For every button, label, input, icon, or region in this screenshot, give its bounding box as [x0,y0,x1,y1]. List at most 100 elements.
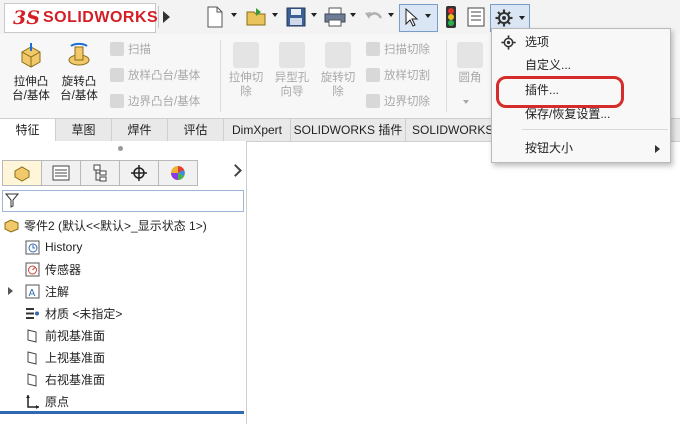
hole-wizard-button[interactable]: 异型孔向导 [270,42,314,99]
hole-wizard-icon [279,42,305,68]
boundary-cut-icon [366,94,380,108]
tree-item-right-plane[interactable]: 右视基准面 [25,369,105,389]
sensors-label: 传感器 [45,262,82,277]
tree-item-front-plane[interactable]: 前视基准面 [25,325,105,345]
panel-tabs [0,160,246,186]
new-document-icon[interactable] [206,6,224,28]
tree-item-sensors[interactable]: 传感器 [25,259,81,279]
select-dropdown-icon [425,14,431,18]
boundary-boss-label: 边界凸台/基体 [128,96,201,108]
extrude-boss-label: 拉伸凸台/基体 [12,76,50,102]
plane-icon [25,328,40,343]
tab-weldments[interactable]: 焊件 [112,119,168,141]
loft-boss-icon [110,68,124,82]
revolve-cut-button[interactable]: 旋转切除 [316,42,360,99]
crosshair-icon [131,165,147,181]
tree-rollback-bar[interactable] [0,411,244,414]
fillet-dropdown-icon[interactable] [463,100,469,104]
tab-property-manager[interactable] [41,160,81,186]
right-plane-label: 右视基准面 [45,372,106,387]
configuration-icon [93,164,107,182]
tab-feature-manager[interactable] [2,160,42,186]
fillet-label: 圆角 [458,72,482,84]
open-dropdown-icon[interactable] [272,13,278,17]
tree-item-history[interactable]: History [25,237,82,257]
file-properties-icon[interactable] [467,6,485,28]
part-label: 零件2 (默认<<默认>_显示状态 1>) [24,218,207,233]
loft-boss-button[interactable]: 放样凸台/基体 [110,66,200,84]
tree-item-origin[interactable]: 原点 [25,391,69,411]
ribbon-separator [446,40,447,112]
extrude-boss-button[interactable]: 拉伸凸台/基体 [9,42,53,103]
fillet-button[interactable]: 圆角 [448,42,492,85]
fillet-icon [457,42,483,68]
boundary-cut-button[interactable]: 边界切除 [366,92,430,110]
tab-sketch[interactable]: 草图 [56,119,112,141]
tab-solidworks-m[interactable]: SOLIDWORKS M [406,119,499,141]
boundary-cut-label: 边界切除 [384,96,430,108]
revolve-boss-button[interactable]: 旋转凸台/基体 [57,42,101,103]
tree-item-annotations[interactable]: A 注解 [25,281,69,301]
lofted-cut-label: 放样切割 [384,70,430,82]
open-folder-icon[interactable] [246,6,268,28]
tab-dimxpert-manager[interactable] [119,160,159,186]
sensor-icon [25,262,40,277]
ribbon-separator [220,40,221,112]
save-icon[interactable] [286,6,306,28]
extrude-boss-icon [21,43,41,68]
sweep-icon [110,42,124,56]
select-tool-button[interactable] [399,4,438,32]
addins-highlight-ring [496,76,624,108]
color-wheel-icon [171,166,185,180]
tree-filter-box[interactable] [2,190,244,212]
extrude-cut-button[interactable]: 拉伸切除 [224,42,268,99]
top-plane-label: 上视基准面 [45,350,106,365]
print-dropdown-icon[interactable] [350,13,356,17]
gear-icon [501,35,516,50]
menu-button-size-label: 按钮大小 [525,141,574,155]
tab-dimxpert[interactable]: DimXpert [224,119,291,141]
menu-item-options[interactable]: 选项 [492,31,670,53]
undo-icon[interactable] [364,6,384,28]
lofted-cut-button[interactable]: 放样切割 [366,66,430,84]
rebuild-traffic-light-icon[interactable] [446,6,456,28]
extrude-cut-icon [233,42,259,68]
tree-item-part[interactable]: 零件2 (默认<<默认>_显示状态 1>) [4,215,207,235]
extrude-cut-label: 拉伸切除 [228,72,264,98]
part-icon [4,218,19,233]
front-plane-label: 前视基准面 [45,328,106,343]
feature-tree-icon [14,166,30,182]
tab-configuration-manager[interactable] [80,160,120,186]
history-icon [25,240,40,255]
tab-display-manager[interactable] [158,160,198,186]
save-dropdown-icon[interactable] [311,13,317,17]
origin-label: 原点 [45,394,70,409]
expand-annotations-icon[interactable] [8,287,13,295]
tab-features[interactable]: 特征 [0,119,56,141]
tab-solidworks-addins[interactable]: SOLIDWORKS 插件 [291,119,406,141]
material-label: 材质 <未指定> [45,306,123,321]
menu-item-button-size[interactable]: 按钮大小 [492,137,670,159]
submenu-arrow-icon [655,145,660,153]
solidworks-logo[interactable]: 3S SOLIDWORKS [4,3,158,33]
swept-cut-label: 扫描切除 [384,44,430,56]
chevron-right-icon[interactable] [229,164,242,177]
swept-cut-button[interactable]: 扫描切除 [366,40,430,58]
print-icon[interactable] [324,6,346,28]
filter-icon [5,193,19,208]
new-document-dropdown-icon[interactable] [231,13,237,17]
tree-item-top-plane[interactable]: 上视基准面 [25,347,105,367]
revolve-cut-icon [325,42,351,68]
select-arrow-icon [405,8,419,27]
tree-item-material[interactable]: 材质 <未指定> [25,303,122,323]
undo-dropdown-icon[interactable] [388,13,394,17]
tab-evaluate[interactable]: 评估 [168,119,224,141]
sweep-button[interactable]: 扫描 [110,40,151,58]
feature-manager-panel: 零件2 (默认<<默认>_显示状态 1>) History 传感器 A 注解 材… [0,141,247,424]
expand-menu-arrow-icon[interactable] [158,6,175,28]
loft-boss-label: 放样凸台/基体 [128,70,201,82]
menu-item-customize[interactable]: 自定义... [492,54,670,76]
panel-grip-icon[interactable] [118,146,123,151]
boundary-boss-button[interactable]: 边界凸台/基体 [110,92,200,110]
revolve-boss-label: 旋转凸台/基体 [60,76,98,102]
